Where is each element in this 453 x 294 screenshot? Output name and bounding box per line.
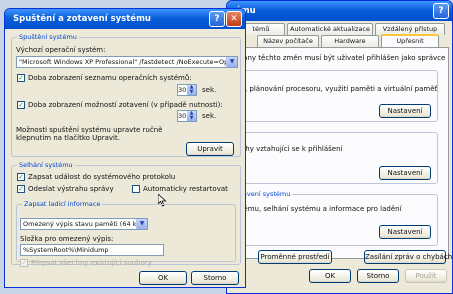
debug-info-select[interactable]: Omezený výpis stavu paměti (64 kB) ▼ xyxy=(20,218,148,230)
tab-hardware[interactable]: Hardware xyxy=(321,35,379,47)
tab-panel: útány těchto změn musí být uživatel přih… xyxy=(228,47,452,264)
system-failure-label: Selhání systému xyxy=(17,161,75,169)
send-alert-checkbox[interactable]: ✓ xyxy=(17,185,25,193)
back-cancel-button[interactable]: Storno xyxy=(357,269,399,283)
profiles-text: nchy vztahující se k přihlášení xyxy=(237,145,343,153)
tab-automatic-updates[interactable]: Automatické aktualizace xyxy=(287,23,373,35)
debug-info-value: Omezený výpis stavu paměti (64 kB) xyxy=(23,220,144,228)
display-recovery-label: Doba zobrazení možností zotavení (v příp… xyxy=(28,101,223,109)
profiles-group: fil nchy vztahující se k přihlášení Nast… xyxy=(228,128,438,184)
chevron-down-icon[interactable]: ▼ xyxy=(226,57,237,67)
write-event-checkbox[interactable]: ✓ xyxy=(17,173,25,181)
dump-dir-label: Složka pro omezený výpis: xyxy=(20,235,114,243)
system-properties-window: ému ? témů Automatické aktualizace Vzdál… xyxy=(226,0,453,294)
dialog-titlebar[interactable]: Spuštění a zotavení systému ? ✕ xyxy=(5,9,245,29)
display-list-checkbox[interactable]: ✓ xyxy=(17,74,25,82)
performance-settings-button[interactable]: Nastavení xyxy=(379,104,431,118)
tab-advanced[interactable]: Upřesnit xyxy=(381,34,439,48)
display-list-spinner[interactable]: 30 ▲ ▼ xyxy=(177,84,197,96)
edit-hint-line-2: klepnutím na tlačítko Upravit. xyxy=(16,134,120,142)
system-failure-group: Selhání systému ✓ Zapsat událost do syst… xyxy=(11,161,241,267)
back-ok-button[interactable]: OK xyxy=(309,269,351,283)
dialog-ok-button[interactable]: OK xyxy=(139,271,187,285)
dump-dir-input[interactable]: %SystemRoot%\Minidump xyxy=(20,244,164,256)
dialog-cancel-button[interactable]: Storno xyxy=(191,271,239,285)
close-icon[interactable]: ✕ xyxy=(226,11,242,27)
environment-variables-button[interactable]: Proměnné prostředí xyxy=(258,250,332,264)
overwrite-label: Přepsat všechny existující soubory xyxy=(31,259,152,267)
display-recovery-checkbox[interactable]: ✓ xyxy=(17,101,25,109)
display-recovery-value: 30 xyxy=(178,112,187,120)
display-list-value: 30 xyxy=(178,86,187,94)
display-list-label: Doba zobrazení seznamu operačních systém… xyxy=(28,74,192,82)
profiles-settings-button[interactable]: Nastavení xyxy=(379,166,431,180)
write-event-label: Zapsat událost do systémového protokolu xyxy=(28,173,176,181)
edit-button[interactable]: Upravit xyxy=(186,142,234,156)
overwrite-checkbox[interactable]: ✓ xyxy=(20,259,28,267)
error-reporting-button[interactable]: Zasílání zpráv o chybách xyxy=(364,250,452,264)
startup-group: zotavení systému stému, selhání systému … xyxy=(228,190,438,246)
auto-restart-checkbox[interactable] xyxy=(132,185,140,193)
tab-computer-name[interactable]: Název počítače xyxy=(257,35,319,47)
seconds-unit-1: sek. xyxy=(202,86,217,94)
edit-hint-line-1: Možnosti spuštění systému upravte ručně xyxy=(16,126,163,134)
system-properties-titlebar[interactable]: ému ? xyxy=(227,1,452,21)
startup-text: stému, selhání systému a informace pro l… xyxy=(237,205,402,213)
performance-text: ky, plánování procesoru, využití paměti … xyxy=(237,85,438,93)
system-startup-group: Spuštění systému Výchozí operační systém… xyxy=(11,33,241,157)
help-icon[interactable]: ? xyxy=(433,3,449,19)
seconds-unit-2: sek. xyxy=(202,112,217,120)
default-os-select[interactable]: "Microsoft Windows XP Professional" /fas… xyxy=(16,56,238,68)
startup-recovery-dialog: Spuštění a zotavení systému ? ✕ Spuštění… xyxy=(4,8,246,288)
back-apply-button[interactable]: Použít xyxy=(405,269,447,283)
spinner-arrows-icon[interactable]: ▲ ▼ xyxy=(187,111,196,121)
performance-group: ky, plánování procesoru, využití paměti … xyxy=(228,70,438,122)
startup-settings-button[interactable]: Nastavení xyxy=(379,225,431,239)
auto-restart-label: Automaticky restartovat xyxy=(143,185,228,193)
dialog-title: Spuštění a zotavení systému xyxy=(13,14,151,24)
chevron-down-icon[interactable]: ▼ xyxy=(136,219,147,229)
default-os-value: "Microsoft Windows XP Professional" /fas… xyxy=(19,58,229,66)
default-os-label: Výchozí operační systém: xyxy=(16,46,106,54)
spinner-arrows-icon[interactable]: ▲ ▼ xyxy=(187,85,196,95)
display-recovery-spinner[interactable]: 30 ▲ ▼ xyxy=(177,110,197,122)
admin-note: útány těchto změn musí být uživatel přih… xyxy=(236,54,446,62)
send-alert-label: Odeslat výstrahu správy xyxy=(28,185,114,193)
system-startup-label: Spuštění systému xyxy=(17,33,79,41)
debug-info-label: Zapsat ladicí informace xyxy=(22,200,103,208)
help-icon[interactable]: ? xyxy=(209,11,225,27)
